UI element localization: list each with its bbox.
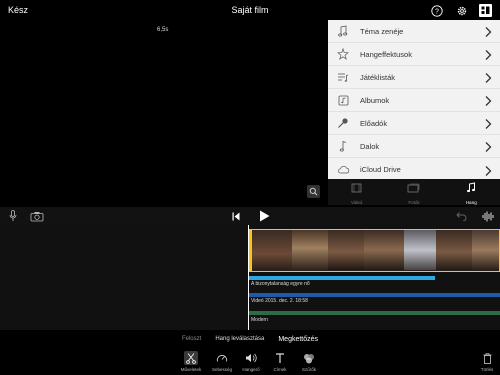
tool-label: Sebesség	[211, 367, 232, 372]
bottom-toolbar: Műveletek Sebesség Hangerő Címek Szűrők …	[0, 348, 500, 375]
tab-audio[interactable]: Hang	[443, 179, 500, 205]
clip-frame	[292, 230, 328, 270]
scissors-icon	[184, 351, 198, 365]
tool-speed[interactable]: Sebesség	[207, 351, 237, 372]
title-icon	[273, 351, 287, 365]
media-browser-panel: Téma zenéje Hangeffektusok Játéklisták A…	[328, 20, 500, 205]
music-note-icon	[466, 180, 476, 198]
browser-item-label: Előadók	[360, 118, 388, 128]
chevron-right-icon	[484, 117, 492, 129]
filters-icon	[302, 351, 316, 365]
speedometer-icon	[215, 351, 229, 365]
tool-label: Hangerő	[242, 367, 260, 372]
browser-item-playlists[interactable]: Játéklisták	[328, 66, 500, 89]
browser-item-albums[interactable]: Albumok	[328, 89, 500, 112]
tool-volume[interactable]: Hangerő	[236, 351, 266, 372]
music-note-icon	[336, 139, 350, 153]
playlist-icon	[336, 70, 350, 84]
microphone-icon	[336, 116, 350, 130]
browser-item-label: Téma zenéje	[360, 26, 404, 36]
cloud-icon	[336, 163, 350, 177]
clip-frame	[328, 230, 364, 270]
theme-bar[interactable]	[249, 311, 500, 315]
detach-audio-button[interactable]: Hang leválasztása	[215, 336, 264, 342]
split-button[interactable]: Feloszt	[182, 336, 201, 342]
tool-actions[interactable]: Műveletek	[176, 351, 206, 372]
browser-item-sound-effects[interactable]: Hangeffektusok	[328, 43, 500, 66]
clip-frame	[472, 230, 499, 270]
browser-item-songs[interactable]: Dalok	[328, 135, 500, 158]
settings-gear-icon[interactable]	[455, 4, 468, 17]
browser-item-label: Dalok	[360, 141, 380, 151]
video-clip[interactable]	[249, 229, 500, 272]
tool-filters[interactable]: Szűrők	[294, 351, 324, 372]
sparkle-icon	[336, 47, 350, 61]
microphone-icon[interactable]	[9, 210, 17, 222]
tool-label: Szűrők	[301, 367, 316, 372]
date-title-bar[interactable]	[249, 293, 500, 297]
browser-item-label: iCloud Drive	[360, 165, 401, 174]
clip-frame	[252, 230, 292, 270]
chevron-right-icon	[484, 48, 492, 60]
album-icon	[336, 93, 350, 107]
chevron-right-icon	[484, 25, 492, 37]
chevron-right-icon	[484, 71, 492, 83]
chevron-right-icon	[484, 164, 492, 176]
clip-actions-row: Feloszt Hang leválasztása Megkettőzés	[0, 331, 500, 347]
project-title: Saját film	[231, 5, 269, 15]
date-title-label: Videó 2015. dec. 2. 18:58	[251, 298, 308, 304]
theme-label: Modern	[251, 317, 268, 323]
playhead[interactable]	[248, 225, 249, 330]
browser-item-artists[interactable]: Előadók	[328, 112, 500, 135]
clip-frame	[364, 230, 404, 270]
timeline-toolbar	[0, 207, 500, 225]
svg-text:?: ?	[435, 8, 439, 15]
audio-track-bar[interactable]	[249, 276, 435, 280]
chevron-right-icon	[484, 140, 492, 152]
browser-item-theme-music[interactable]: Téma zenéje	[328, 20, 500, 43]
timecode-label: 6,5s	[157, 27, 169, 33]
film-icon	[351, 180, 362, 198]
tab-photos[interactable]: Fotók	[385, 179, 442, 205]
photos-icon	[407, 180, 420, 198]
browser-item-icloud-drive[interactable]: iCloud Drive	[328, 158, 500, 181]
skip-to-start-icon[interactable]	[232, 210, 240, 222]
tool-label: Címek	[273, 367, 287, 372]
timeline[interactable]: A bizonytalanság egyre nő Videó 2015. de…	[0, 225, 500, 330]
browser-item-label: Játéklisták	[360, 72, 396, 82]
tool-titles[interactable]: Címek	[265, 351, 295, 372]
chevron-right-icon	[484, 94, 492, 106]
camera-icon[interactable]	[30, 210, 44, 222]
browser-item-label: Hangeffektusok	[360, 49, 412, 59]
tab-label: Hang	[465, 199, 477, 205]
browser-item-label: Albumok	[360, 95, 390, 105]
play-icon[interactable]	[258, 210, 270, 222]
delete-label: Törlés	[480, 367, 494, 372]
undo-icon[interactable]	[455, 210, 467, 222]
audio-waveform-icon[interactable]	[482, 210, 495, 222]
media-tab-bar: Videó Fotók Hang	[328, 179, 500, 205]
tab-label: Fotók	[408, 199, 420, 205]
trash-icon	[480, 351, 494, 365]
duplicate-button[interactable]: Megkettőzés	[278, 336, 318, 343]
delete-button[interactable]: Törlés	[472, 351, 500, 372]
volume-icon	[244, 351, 258, 365]
tool-label: Műveletek	[180, 367, 202, 372]
clip-frame	[404, 230, 436, 270]
top-bar: Kész Saját film ?	[0, 0, 500, 22]
media-library-icon[interactable]	[479, 4, 492, 17]
clip-frame	[436, 230, 472, 270]
music-note-icon	[336, 24, 350, 38]
tab-video[interactable]: Videó	[328, 179, 385, 205]
tab-label: Videó	[350, 199, 363, 205]
help-icon[interactable]: ?	[430, 4, 443, 17]
video-preview[interactable]: 6,5s	[0, 22, 328, 205]
audio-track-label: A bizonytalanság egyre nő	[251, 281, 310, 287]
zoom-icon[interactable]	[307, 185, 320, 198]
